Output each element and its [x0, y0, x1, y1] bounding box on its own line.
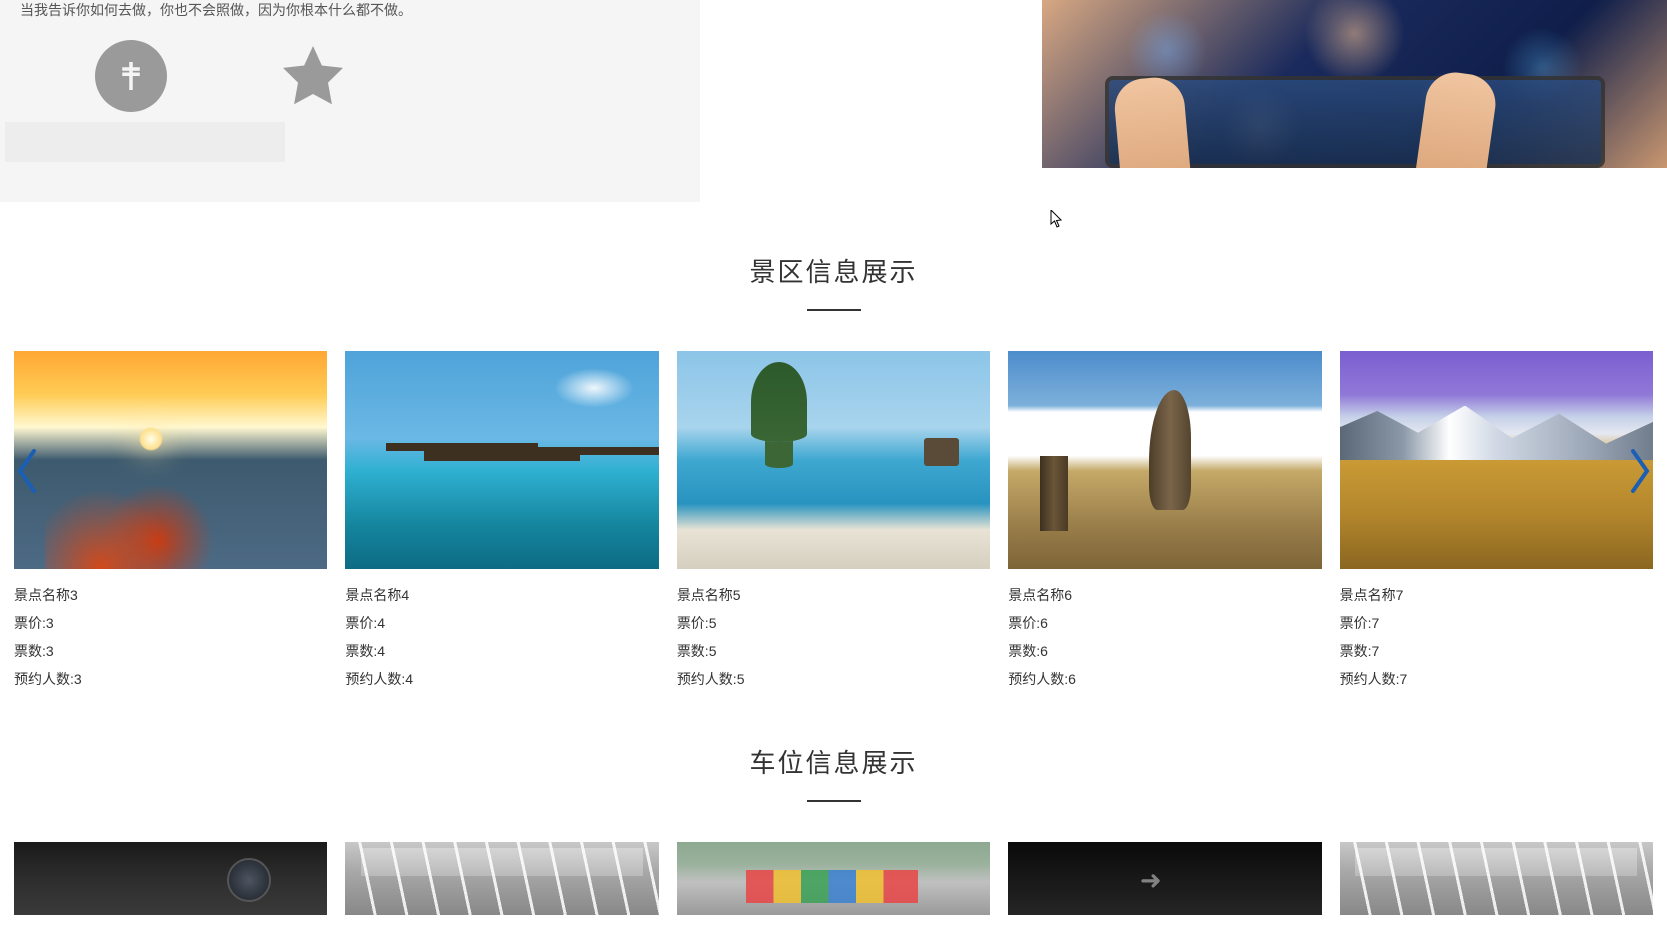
scenic-card-5[interactable]: 景点名称5 票价:5 票数:5 预约人数:5 — [677, 351, 990, 693]
scenic-carousel: 景点名称3 票价:3 票数:3 预约人数:3 景点名称4 票价:4 票数:4 预… — [0, 351, 1667, 693]
scenic-name: 景点名称4 — [345, 581, 658, 609]
parking-card[interactable] — [345, 842, 658, 915]
scenic-count: 票数:3 — [14, 637, 327, 665]
scenic-image — [14, 351, 327, 569]
scenic-booked: 预约人数:6 — [1008, 665, 1321, 693]
star-icon[interactable] — [277, 40, 349, 112]
parking-carousel — [0, 842, 1667, 915]
parking-image — [14, 842, 327, 915]
top-section: 当我告诉你如何去做，你也不会照做，因为你根本什么都不做。 — [0, 0, 1667, 202]
scenic-next-button[interactable] — [1621, 441, 1657, 501]
top-text: 当我告诉你如何去做，你也不会照做，因为你根本什么都不做。 — [0, 0, 700, 35]
scenic-name: 景点名称6 — [1008, 581, 1321, 609]
scenic-count: 票数:5 — [677, 637, 990, 665]
scenic-card-4[interactable]: 景点名称4 票价:4 票数:4 预约人数:4 — [345, 351, 658, 693]
parking-track — [14, 842, 1653, 915]
parking-image — [677, 842, 990, 915]
scenic-card-info: 景点名称7 票价:7 票数:7 预约人数:7 — [1340, 569, 1653, 693]
scenic-image — [1008, 351, 1321, 569]
scenic-booked: 预约人数:7 — [1340, 665, 1653, 693]
hero-image — [1042, 0, 1667, 168]
scenic-price: 票价:6 — [1008, 609, 1321, 637]
scenic-name: 景点名称7 — [1340, 581, 1653, 609]
scenic-card-info: 景点名称3 票价:3 票数:3 预约人数:3 — [14, 569, 327, 693]
scenic-prev-button[interactable] — [10, 441, 46, 501]
scenic-card-info: 景点名称6 票价:6 票数:6 预约人数:6 — [1008, 569, 1321, 693]
scenic-card-3[interactable]: 景点名称3 票价:3 票数:3 预约人数:3 — [14, 351, 327, 693]
scenic-track: 景点名称3 票价:3 票数:3 预约人数:3 景点名称4 票价:4 票数:4 预… — [14, 351, 1653, 693]
scenic-booked: 预约人数:3 — [14, 665, 327, 693]
parking-card[interactable] — [1008, 842, 1321, 915]
scenic-card-7[interactable]: 景点名称7 票价:7 票数:7 预约人数:7 — [1340, 351, 1653, 693]
scenic-card-info: 景点名称4 票价:4 票数:4 预约人数:4 — [345, 569, 658, 693]
currency-icon[interactable] — [95, 40, 167, 112]
scenic-price: 票价:3 — [14, 609, 327, 637]
scenic-price: 票价:5 — [677, 609, 990, 637]
parking-card[interactable] — [1340, 842, 1653, 915]
parking-image — [1008, 842, 1321, 915]
parking-image — [1340, 842, 1653, 915]
scenic-image — [1340, 351, 1653, 569]
scenic-image — [345, 351, 658, 569]
parking-card[interactable] — [14, 842, 327, 915]
bottom-bar — [5, 122, 285, 162]
cursor-icon — [1050, 210, 1064, 231]
scenic-count: 票数:7 — [1340, 637, 1653, 665]
icon-row — [0, 35, 700, 112]
scenic-image — [677, 351, 990, 569]
scenic-price: 票价:4 — [345, 609, 658, 637]
scenic-section-title: 景区信息展示 — [0, 252, 1667, 289]
scenic-booked: 预约人数:4 — [345, 665, 658, 693]
scenic-name: 景点名称5 — [677, 581, 990, 609]
scenic-booked: 预约人数:5 — [677, 665, 990, 693]
top-left-panel: 当我告诉你如何去做，你也不会照做，因为你根本什么都不做。 — [0, 0, 700, 202]
scenic-count: 票数:6 — [1008, 637, 1321, 665]
title-underline — [807, 800, 861, 802]
scenic-card-info: 景点名称5 票价:5 票数:5 预约人数:5 — [677, 569, 990, 693]
parking-section-title: 车位信息展示 — [0, 743, 1667, 780]
scenic-card-6[interactable]: 景点名称6 票价:6 票数:6 预约人数:6 — [1008, 351, 1321, 693]
parking-image — [345, 842, 658, 915]
scenic-count: 票数:4 — [345, 637, 658, 665]
parking-card[interactable] — [677, 842, 990, 915]
scenic-name: 景点名称3 — [14, 581, 327, 609]
title-underline — [807, 309, 861, 311]
scenic-price: 票价:7 — [1340, 609, 1653, 637]
